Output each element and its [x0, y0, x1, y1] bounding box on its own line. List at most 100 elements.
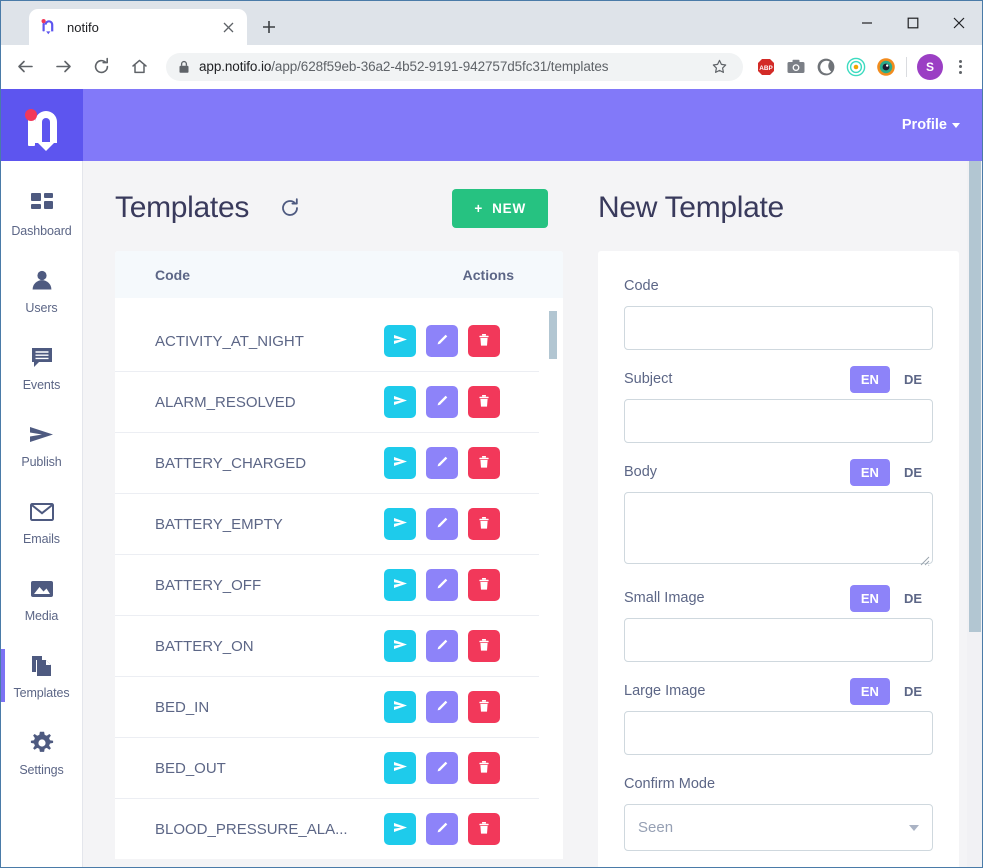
profile-avatar[interactable]: S: [917, 53, 943, 80]
edit-button[interactable]: [426, 447, 458, 479]
trash-delete-icon: [477, 394, 491, 411]
field-label: Large Image: [624, 683, 706, 699]
sidebar-item-users[interactable]: Users: [1, 252, 82, 329]
reload-icon[interactable]: [86, 52, 116, 82]
template-code-cell: BED_IN: [155, 698, 210, 716]
row-actions-cell: [384, 569, 515, 601]
delete-button[interactable]: [468, 630, 500, 662]
sidebar-item-emails[interactable]: Emails: [1, 483, 82, 560]
body-textarea[interactable]: [624, 492, 933, 564]
send-button[interactable]: [384, 569, 416, 601]
tab-close-icon[interactable]: [219, 18, 237, 36]
sidebar-item-media[interactable]: Media: [1, 560, 82, 637]
sidebar-item-label: Publish: [21, 454, 62, 469]
table-row[interactable]: BLOOD_PRESSURE_ALA...: [115, 799, 539, 859]
delete-button[interactable]: [468, 691, 500, 723]
close-icon[interactable]: [936, 1, 982, 45]
delete-button[interactable]: [468, 569, 500, 601]
target-ring-icon[interactable]: [842, 53, 869, 80]
edit-button[interactable]: [426, 569, 458, 601]
send-button[interactable]: [384, 325, 416, 357]
back-arrow-icon[interactable]: [10, 52, 40, 82]
new-template-button[interactable]: + NEW: [452, 188, 548, 228]
small-image-input[interactable]: [624, 618, 933, 662]
send-button[interactable]: [384, 752, 416, 784]
edit-button[interactable]: [426, 386, 458, 418]
delete-button[interactable]: [468, 752, 500, 784]
dark-mode-moon-icon[interactable]: [812, 53, 839, 80]
sidebar-item-templates[interactable]: Templates: [1, 637, 82, 714]
delete-button[interactable]: [468, 813, 500, 845]
maximize-icon[interactable]: [890, 1, 936, 45]
minimize-icon[interactable]: [844, 1, 890, 45]
edit-button[interactable]: [426, 508, 458, 540]
home-icon[interactable]: [124, 52, 154, 82]
subject-input[interactable]: [624, 399, 933, 443]
table-row[interactable]: ACTIVITY_AT_NIGHT: [115, 311, 539, 372]
trash-delete-icon: [477, 516, 491, 533]
template-code-cell: ACTIVITY_AT_NIGHT: [155, 332, 304, 350]
table-row[interactable]: BATTERY_ON: [115, 616, 539, 677]
lang-en-button[interactable]: EN: [849, 584, 890, 612]
notifo-favicon-icon: [39, 18, 57, 36]
profile-menu-button[interactable]: Profile: [902, 117, 960, 133]
send-button[interactable]: [384, 813, 416, 845]
edit-button[interactable]: [426, 630, 458, 662]
table-row[interactable]: BED_OUT: [115, 738, 539, 799]
send-button[interactable]: [384, 691, 416, 723]
page-scrollbar[interactable]: [967, 161, 982, 867]
column-header-actions: Actions: [462, 266, 514, 283]
lang-de-button[interactable]: DE: [893, 366, 933, 393]
table-row[interactable]: BATTERY_CHARGED: [115, 433, 539, 494]
lang-en-button[interactable]: EN: [849, 458, 890, 486]
edit-button[interactable]: [426, 752, 458, 784]
table-scrollbar-thumb[interactable]: [549, 311, 557, 359]
lang-en-button[interactable]: EN: [849, 677, 890, 705]
template-code-cell: BATTERY_CHARGED: [155, 454, 307, 472]
large-image-input[interactable]: [624, 711, 933, 755]
template-code-cell: ALARM_RESOLVED: [155, 393, 296, 411]
refresh-icon[interactable]: [277, 195, 303, 221]
language-toggle: EN DE: [849, 677, 933, 705]
sidebar-item-events[interactable]: Events: [1, 329, 82, 406]
lang-de-button[interactable]: DE: [893, 678, 933, 705]
table-row[interactable]: BED_IN: [115, 677, 539, 738]
send-button[interactable]: [384, 630, 416, 662]
screenshot-camera-icon[interactable]: [782, 53, 809, 80]
table-row[interactable]: BATTERY_OFF: [115, 555, 539, 616]
address-bar[interactable]: app.notifo.io/app/628f59eb-36a2-4b52-919…: [166, 52, 743, 81]
lang-de-button[interactable]: DE: [893, 585, 933, 612]
delete-button[interactable]: [468, 447, 500, 479]
table-row[interactable]: ALARM_RESOLVED: [115, 372, 539, 433]
forward-arrow-icon[interactable]: [48, 52, 78, 82]
send-button[interactable]: [384, 386, 416, 418]
confirm-mode-select[interactable]: Seen: [624, 804, 933, 851]
notifo-logo[interactable]: [1, 89, 83, 161]
delete-button[interactable]: [468, 325, 500, 357]
trash-delete-icon: [477, 699, 491, 716]
code-input[interactable]: [624, 306, 933, 350]
adblock-plus-icon[interactable]: ABP: [752, 53, 779, 80]
kebab-menu-icon[interactable]: [947, 53, 973, 81]
sidebar-item-dashboard[interactable]: Dashboard: [1, 175, 82, 252]
lang-de-button[interactable]: DE: [893, 459, 933, 486]
table-row[interactable]: BATTERY_EMPTY: [115, 494, 539, 555]
delete-button[interactable]: [468, 508, 500, 540]
browser-tab[interactable]: notifo: [29, 9, 247, 45]
sidebar-item-publish[interactable]: Publish: [1, 406, 82, 483]
table-scrollbar[interactable]: [549, 311, 557, 859]
delete-button[interactable]: [468, 386, 500, 418]
star-icon[interactable]: [707, 55, 731, 79]
page-scrollbar-thumb[interactable]: [969, 161, 981, 632]
send-button[interactable]: [384, 508, 416, 540]
edit-button[interactable]: [426, 325, 458, 357]
send-button[interactable]: [384, 447, 416, 479]
new-tab-button[interactable]: [254, 12, 284, 42]
lang-en-button[interactable]: EN: [849, 365, 890, 393]
sidebar-item-settings[interactable]: Settings: [1, 714, 82, 791]
lock-icon: [178, 60, 190, 74]
colorful-circle-icon[interactable]: [872, 53, 899, 80]
edit-button[interactable]: [426, 691, 458, 723]
edit-button[interactable]: [426, 813, 458, 845]
page-title: Templates: [115, 191, 250, 224]
